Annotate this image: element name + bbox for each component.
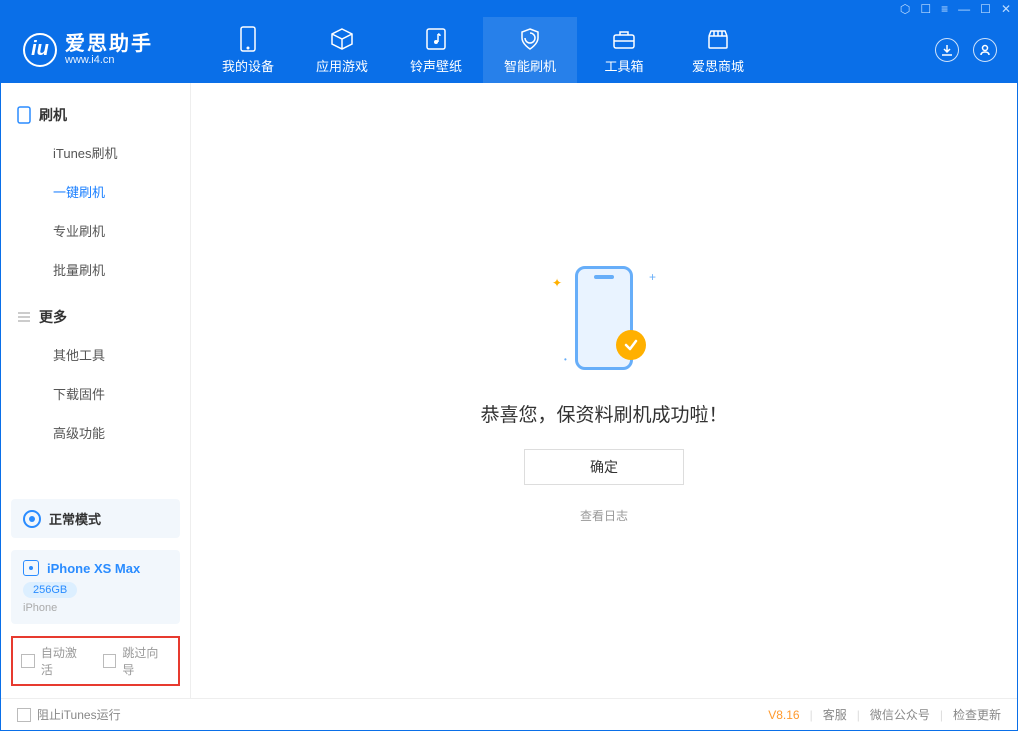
check-badge-icon xyxy=(616,330,646,360)
checkbox-icon xyxy=(21,654,35,668)
sparkle-icon: ✦ xyxy=(552,276,562,290)
phone-icon xyxy=(17,106,31,124)
footer: 阻止iTunes运行 V8.16 | 客服 | 微信公众号 | 检查更新 xyxy=(1,698,1017,730)
mode-icon xyxy=(23,510,41,528)
sidebar-item-itunes-flash[interactable]: iTunes刷机 xyxy=(1,133,190,172)
nav-toolbox[interactable]: 工具箱 xyxy=(577,17,671,83)
block-itunes-checkbox[interactable]: 阻止iTunes运行 xyxy=(17,706,121,723)
sidebar-item-oneclick-flash[interactable]: 一键刷机 xyxy=(1,172,190,211)
success-message: 恭喜您，保资料刷机成功啦！ xyxy=(480,400,727,427)
nav-apps-games[interactable]: 应用游戏 xyxy=(295,17,389,83)
download-button[interactable] xyxy=(935,38,959,62)
main-content: ✦ + • 恭喜您，保资料刷机成功啦！ 确定 查看日志 xyxy=(191,83,1017,698)
device-small-icon xyxy=(23,560,39,576)
sparkle-icon: + xyxy=(649,270,656,284)
store-icon xyxy=(705,26,731,52)
maximize-icon[interactable]: ☐ xyxy=(980,3,991,15)
app-logo: iu 爱思助手 www.i4.cn xyxy=(1,17,201,83)
menu-icon[interactable]: ≡ xyxy=(941,3,948,15)
header: iu 爱思助手 www.i4.cn 我的设备 应用游戏 铃声壁纸 智能刷机 xyxy=(1,17,1017,83)
checkbox-icon xyxy=(103,654,117,668)
nav-store[interactable]: 爱思商城 xyxy=(671,17,765,83)
sidebar-section-flash: 刷机 xyxy=(1,97,190,133)
capacity-badge: 256GB xyxy=(23,582,77,598)
success-illustration: ✦ + • xyxy=(534,258,674,378)
music-icon xyxy=(423,26,449,52)
auto-activate-checkbox[interactable]: 自动激活 xyxy=(21,644,89,678)
nav-smart-flash[interactable]: 智能刷机 xyxy=(483,17,577,83)
list-icon xyxy=(17,310,31,324)
ok-button[interactable]: 确定 xyxy=(524,449,684,485)
view-log-link[interactable]: 查看日志 xyxy=(580,507,628,524)
minimize-icon[interactable]: — xyxy=(958,3,970,15)
device-card[interactable]: iPhone XS Max 256GB iPhone xyxy=(11,550,180,624)
sidebar-item-pro-flash[interactable]: 专业刷机 xyxy=(1,211,190,250)
toolbox-icon xyxy=(611,26,637,52)
footer-link-wechat[interactable]: 微信公众号 xyxy=(870,706,930,723)
nav-my-device[interactable]: 我的设备 xyxy=(201,17,295,83)
logo-icon: iu xyxy=(23,33,57,67)
shirt-icon[interactable]: ⬡ xyxy=(900,3,910,15)
feedback-icon[interactable]: ☐ xyxy=(920,3,931,15)
app-name: 爱思助手 xyxy=(65,34,153,54)
sidebar-item-batch-flash[interactable]: 批量刷机 xyxy=(1,250,190,289)
app-url: www.i4.cn xyxy=(65,54,153,66)
sidebar-item-download-firmware[interactable]: 下载固件 xyxy=(1,374,190,413)
device-icon xyxy=(235,26,261,52)
cube-icon xyxy=(329,26,355,52)
titlebar: ⬡ ☐ ≡ — ☐ ✕ xyxy=(1,1,1017,17)
footer-link-update[interactable]: 检查更新 xyxy=(953,706,1001,723)
sidebar-section-more: 更多 xyxy=(1,299,190,335)
sidebar: 刷机 iTunes刷机 一键刷机 专业刷机 批量刷机 更多 其他工具 下载固件 … xyxy=(1,83,191,698)
footer-link-support[interactable]: 客服 xyxy=(823,706,847,723)
shield-icon xyxy=(517,26,543,52)
nav-ringtones[interactable]: 铃声壁纸 xyxy=(389,17,483,83)
version-label: V8.16 xyxy=(768,708,799,722)
skip-guide-checkbox[interactable]: 跳过向导 xyxy=(103,644,171,678)
close-icon[interactable]: ✕ xyxy=(1001,3,1011,15)
sparkle-icon: • xyxy=(564,355,567,364)
sidebar-item-advanced[interactable]: 高级功能 xyxy=(1,413,190,452)
device-mode-card[interactable]: 正常模式 xyxy=(11,499,180,538)
account-button[interactable] xyxy=(973,38,997,62)
checkbox-icon xyxy=(17,708,31,722)
main-nav: 我的设备 应用游戏 铃声壁纸 智能刷机 工具箱 爱思商城 xyxy=(201,17,765,83)
options-highlight: 自动激活 跳过向导 xyxy=(11,636,180,686)
sidebar-item-other-tools[interactable]: 其他工具 xyxy=(1,335,190,374)
